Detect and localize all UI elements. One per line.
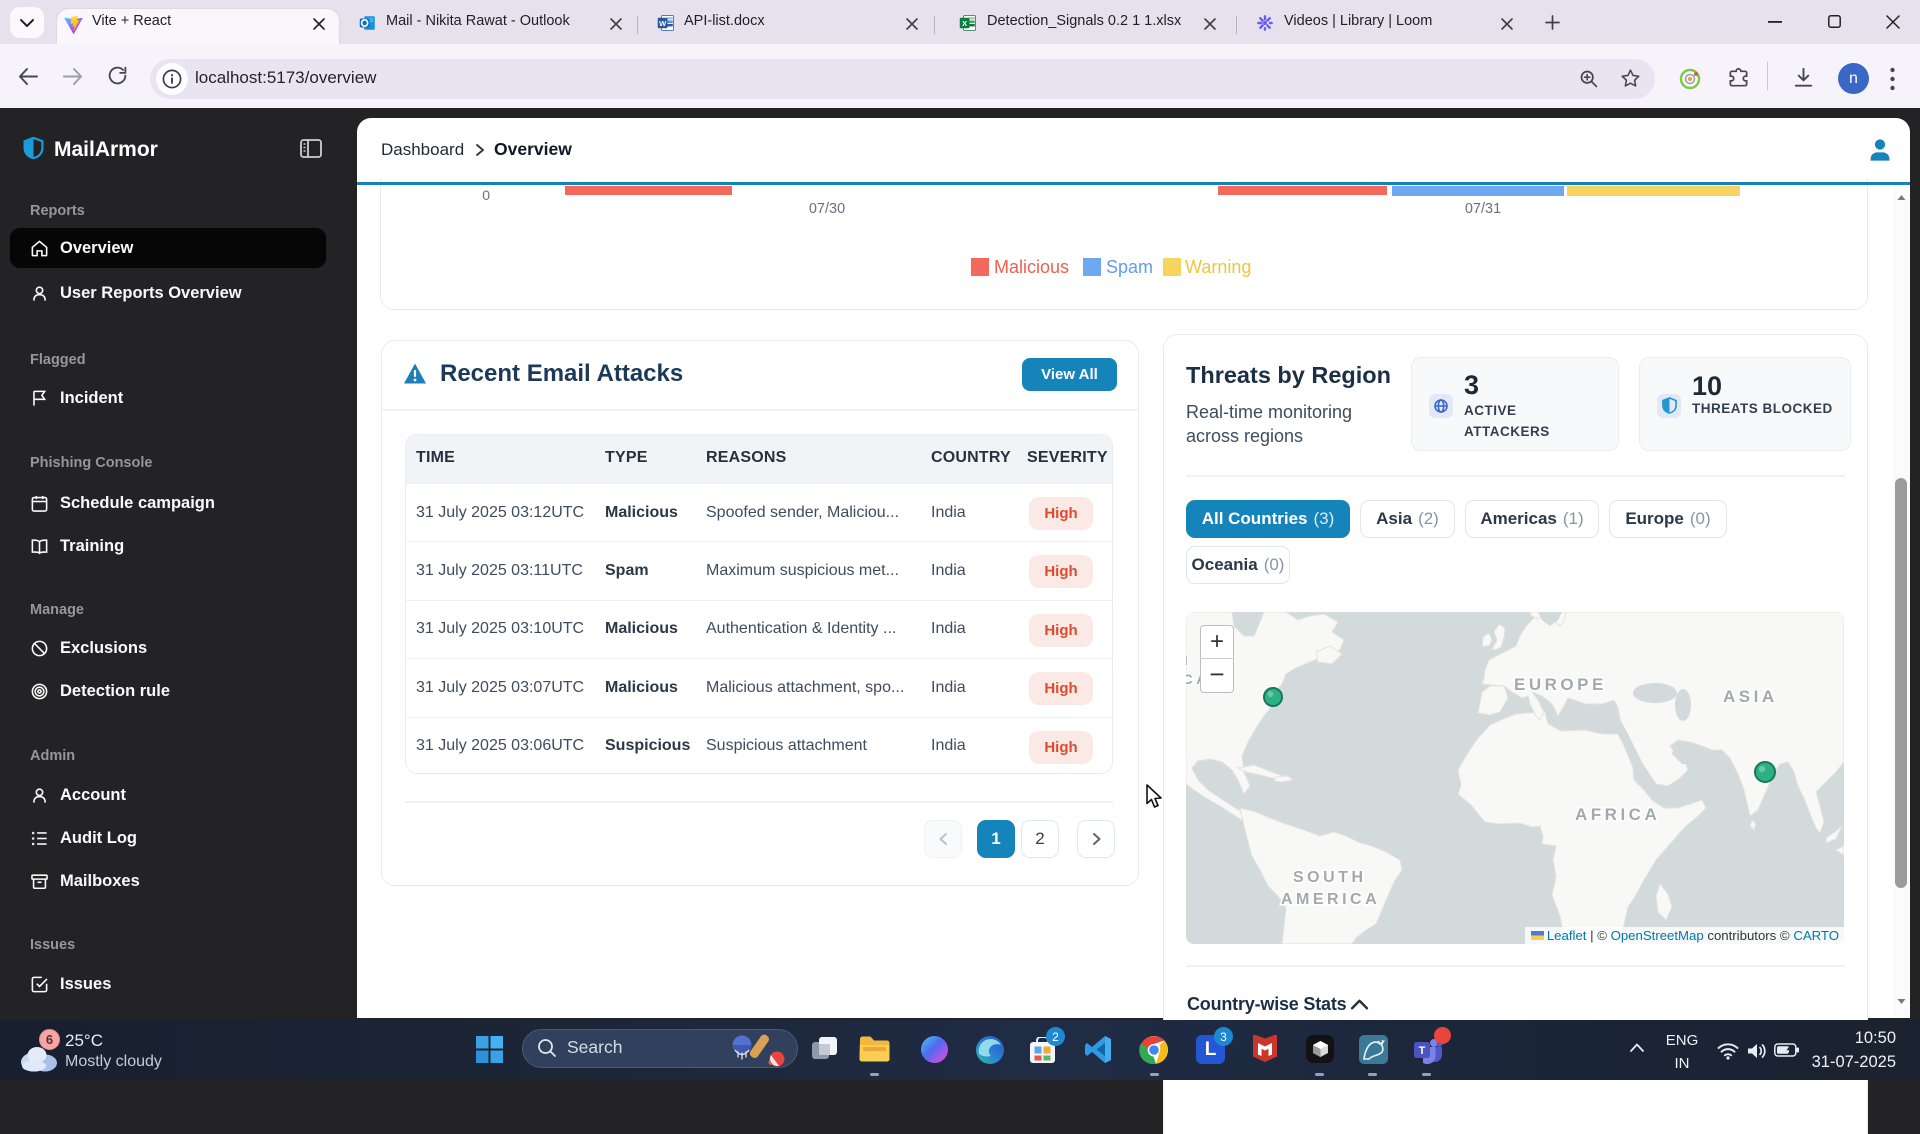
svg-text:W: W bbox=[659, 19, 667, 28]
svg-text:T: T bbox=[1419, 1045, 1426, 1057]
svg-text:EUROPE: EUROPE bbox=[1514, 675, 1607, 694]
svg-text:AFRICA: AFRICA bbox=[1575, 805, 1660, 824]
svg-text:NORTH: NORTH bbox=[1186, 652, 1191, 668]
svg-text:SOUTH: SOUTH bbox=[1293, 869, 1367, 886]
svg-text:ASIA: ASIA bbox=[1723, 687, 1778, 706]
svg-text:AMERICA: AMERICA bbox=[1281, 891, 1380, 908]
svg-text:X: X bbox=[962, 19, 967, 28]
